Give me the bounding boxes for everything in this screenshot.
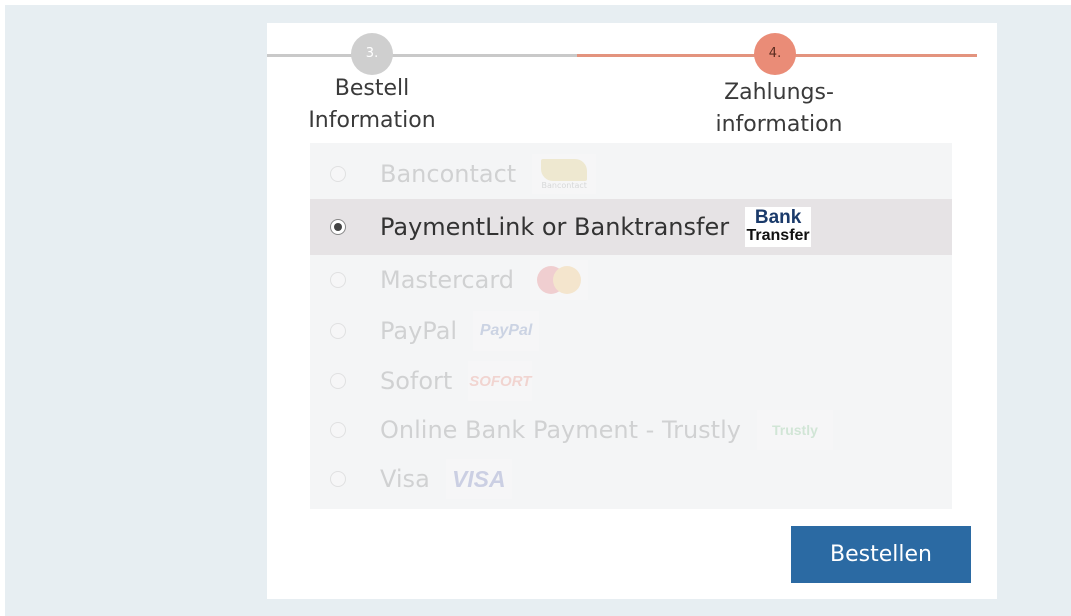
step-4-label: Zahlungs- information: [715, 80, 843, 137]
payment-option-label: Visa: [380, 465, 430, 493]
payment-option-label: Mastercard: [380, 266, 515, 294]
payment-option-trustly[interactable]: Online Bank Payment - Trustly Trustly: [310, 402, 952, 458]
radio-bancontact[interactable]: [330, 166, 346, 182]
step-3-circle: 3.: [351, 33, 393, 75]
radio-sofort[interactable]: [330, 373, 346, 389]
payment-methods-list: Bancontact Bancontact PaymentLink or Ban…: [310, 143, 952, 509]
progress-line-completed: [267, 54, 577, 57]
bank-transfer-logo-icon: Bank Transfer: [745, 207, 812, 247]
radio-visa[interactable]: [330, 471, 346, 487]
step-4-circle: 4.: [754, 33, 796, 75]
payment-option-bancontact[interactable]: Bancontact Bancontact: [310, 146, 952, 202]
payment-option-label: PayPal: [380, 317, 458, 345]
order-button[interactable]: Bestellen: [791, 526, 971, 583]
radio-banktransfer[interactable]: [330, 219, 346, 235]
payment-option-mastercard[interactable]: Mastercard: [310, 252, 952, 308]
payment-option-label: Online Bank Payment - Trustly: [380, 416, 741, 444]
visa-logo-icon: VISA: [445, 459, 512, 499]
checkout-card: 3. 4. Bestell Information Zahlungs- info…: [267, 23, 997, 599]
payment-option-label: PaymentLink or Banktransfer: [380, 213, 730, 241]
paypal-logo-icon: PayPal: [473, 311, 540, 351]
mastercard-logo-icon: [530, 260, 589, 300]
payment-option-paypal[interactable]: PayPal PayPal: [310, 303, 952, 359]
payment-option-sofort[interactable]: Sofort SOFORT: [310, 353, 952, 409]
radio-mastercard[interactable]: [330, 272, 346, 288]
payment-option-visa[interactable]: Visa VISA: [310, 451, 952, 507]
bancontact-logo-icon: Bancontact: [532, 154, 597, 194]
radio-paypal[interactable]: [330, 323, 346, 339]
trustly-logo-icon: Trustly: [756, 410, 833, 450]
payment-option-label: Sofort: [380, 367, 453, 395]
step-3-label: Bestell Information: [308, 76, 436, 133]
sofort-logo-icon: SOFORT: [468, 361, 533, 401]
payment-option-banktransfer[interactable]: PaymentLink or Banktransfer Bank Transfe…: [310, 199, 952, 255]
radio-trustly[interactable]: [330, 422, 346, 438]
payment-option-label: Bancontact: [380, 160, 517, 188]
